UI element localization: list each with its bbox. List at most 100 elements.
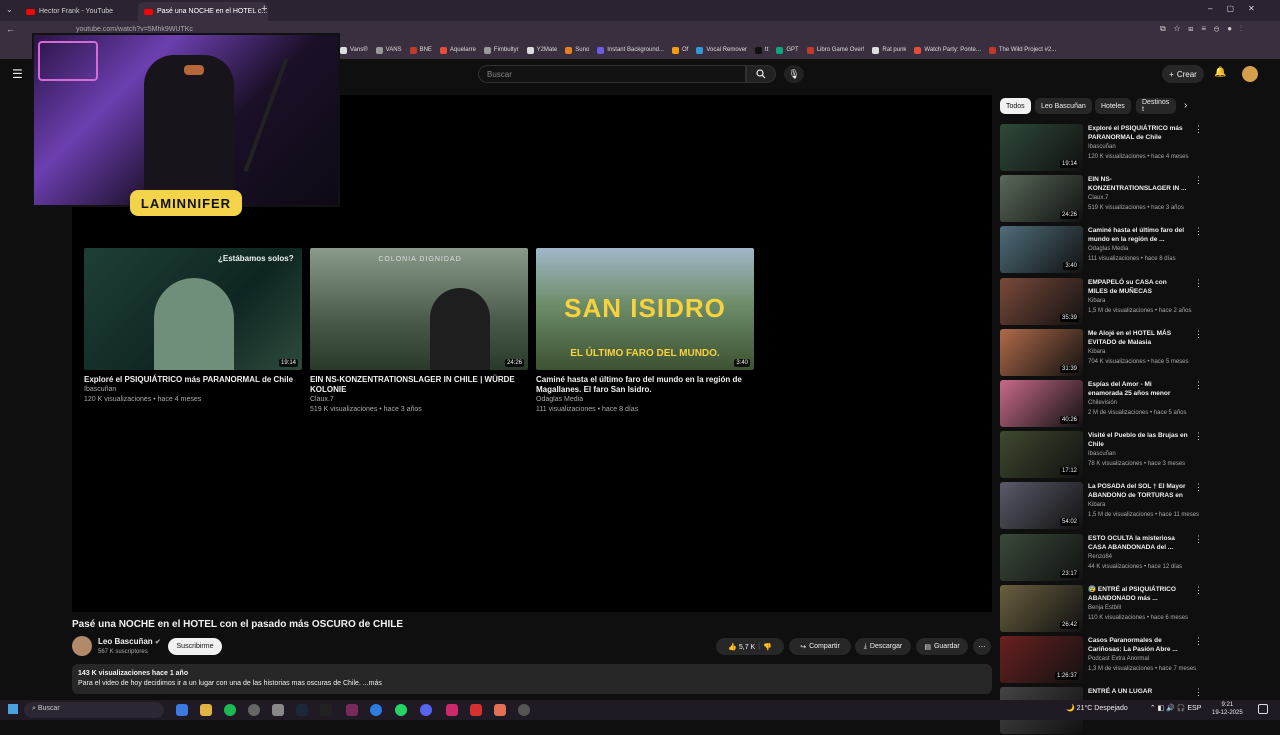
channel-name[interactable]: Kibara (1088, 502, 1105, 508)
spotify-icon[interactable] (224, 704, 236, 716)
bookmark[interactable]: Vans® (340, 46, 368, 54)
video-title[interactable]: Caminé hasta el último faro del mundo en… (1088, 226, 1188, 244)
bookmark[interactable]: Y2Mate (526, 46, 557, 54)
channel-name[interactable]: Kibara (1088, 349, 1105, 355)
thumbs-down-icon[interactable]: 👎 (763, 643, 772, 651)
video-title[interactable]: Caminé hasta el último faro del mundo en… (536, 375, 754, 395)
video-title[interactable]: Casos Paranormales de Cariñosas: La Pasi… (1088, 636, 1188, 654)
more-options-icon[interactable]: ⋮ (1194, 380, 1203, 391)
explorer-icon[interactable] (200, 704, 212, 716)
bookmark[interactable]: Of (672, 46, 688, 54)
chip-todos[interactable]: Todos (1000, 98, 1031, 114)
video-title[interactable]: ENTRÉ A UN LUGAR (1088, 687, 1188, 696)
endscreen-card[interactable]: ¿Estábamos solos? 19:14 Exploré el PSIQU… (84, 248, 302, 405)
bookmark[interactable]: The Wild Project #2... (988, 46, 1056, 54)
video-title[interactable]: 😰 ENTRÉ al PSIQUIÁTRICO ABANDONADO más .… (1088, 585, 1188, 603)
more-options-icon[interactable]: ⋮ (1194, 585, 1203, 596)
notification-icon[interactable] (1258, 704, 1268, 714)
recommended-video[interactable]: 24:26 EIN NS-KONZENTRATIONSLAGER IN ... Cl… (1000, 175, 1203, 223)
bookmark[interactable]: VANS (375, 46, 402, 54)
bookmark[interactable]: Watch Party: Ponte... (914, 46, 981, 54)
more-options-icon[interactable]: ⋮ (1194, 482, 1203, 493)
whatsapp-icon[interactable] (395, 704, 407, 716)
channel-avatar[interactable] (72, 636, 92, 656)
channel-name[interactable]: Benja Estbill (1088, 605, 1121, 611)
bookmark[interactable]: tt (755, 46, 768, 54)
chevron-down-icon[interactable]: ⌄ (6, 5, 13, 14)
video-title[interactable]: EIN NS-KONZENTRATIONSLAGER IN ... (1088, 175, 1188, 193)
endscreen-card[interactable]: COLONIA DIGNIDAD 24:26 EIN NS-KONZENTRAT… (310, 248, 528, 415)
video-title[interactable]: EIN NS-KONZENTRATIONSLAGER IN CHILE | WÜ… (310, 375, 528, 395)
more-options-icon[interactable]: ⋮ (1194, 329, 1203, 340)
recommended-video[interactable]: 23:17 ESTO OCULTA la misteriosa CASA ABAN… (1000, 533, 1203, 582)
bell-icon[interactable]: 🔔 (1214, 67, 1226, 78)
mic-icon[interactable]: 🎙 (784, 65, 804, 83)
clock[interactable]: 9:21 19-12-2025 (1212, 701, 1243, 717)
app-icon[interactable] (494, 704, 506, 716)
channel-name[interactable]: Kibara (1088, 298, 1105, 304)
channel-name[interactable]: Odaglas Media (1088, 246, 1128, 252)
chip-channel[interactable]: Leo Bascuñan (1035, 98, 1092, 114)
steam-icon[interactable] (296, 704, 308, 716)
recommended-video[interactable]: 26:42 😰 ENTRÉ al PSIQUIÁTRICO ABANDONADO … (1000, 584, 1203, 633)
recommended-video[interactable]: 31:39 Me Alojé en el HOTEL MÁS EVITADO de… (1000, 328, 1203, 377)
windows-icon[interactable] (8, 704, 18, 714)
channel-name[interactable]: Claux.7 (1088, 195, 1108, 201)
more-options-icon[interactable]: ⋮ (1194, 278, 1203, 289)
bookmark[interactable]: Suno (565, 46, 589, 54)
copilot-icon[interactable] (176, 704, 188, 716)
recommended-video[interactable]: 35:39 EMPAPELÓ su CASA con MILES de MUÑEC… (1000, 277, 1203, 326)
search-input[interactable]: Buscar (478, 65, 746, 83)
tab-hector-frank[interactable]: Hector Frank - YouTube ✕ (20, 2, 150, 21)
more-options-icon[interactable]: ⋮ (1194, 124, 1203, 135)
menu-icon[interactable]: ☰ (12, 67, 23, 81)
channel-name[interactable]: Leo Bascuñan ✔ (98, 637, 161, 646)
search-button[interactable] (746, 65, 776, 83)
chrome-icon[interactable] (248, 704, 260, 716)
more-options-icon[interactable]: ⋮ (1194, 534, 1203, 545)
bookmark[interactable]: Rat punk (872, 46, 906, 54)
video-title[interactable]: ESTO OCULTA la misteriosa CASA ABANDONAD… (1088, 534, 1188, 552)
description-box[interactable]: 143 K visualizaciones hace 1 año Para el… (72, 664, 992, 694)
recommended-video[interactable]: 1:26:37 Casos Paranormales de Cariñosas: … (1000, 636, 1203, 684)
chip-hoteles[interactable]: Hoteles (1095, 98, 1131, 114)
endscreen-card[interactable]: SAN ISIDRO EL ÚLTIMO FARO DEL MUNDO. 3:4… (536, 248, 754, 415)
bookmark[interactable]: Fimbultyr (483, 46, 519, 54)
epic-icon[interactable] (320, 704, 332, 716)
video-title[interactable]: Exploré el PSIQUIÁTRICO más PARANORMAL d… (84, 375, 302, 385)
bookmark[interactable]: BNE (409, 46, 432, 54)
channel-name[interactable]: Podcast Extra Anormal (1088, 656, 1149, 662)
video-title[interactable]: EMPAPELÓ su CASA con MILES de MUÑECAS AB… (1088, 278, 1188, 296)
taskbar-search[interactable]: ⌕ Buscar (24, 702, 164, 718)
new-tab-button[interactable]: + (261, 3, 267, 15)
chevron-right-icon[interactable]: › (1184, 100, 1187, 111)
more-options-icon[interactable]: ⋮ (1194, 175, 1203, 186)
channel-name[interactable]: Ibascuñan (1088, 144, 1116, 150)
tab-current-video[interactable]: Pasé una NOCHE en el HOTEL c... ✕ (138, 2, 268, 21)
recommended-video[interactable]: 3:40 Caminé hasta el último faro del mund… (1000, 226, 1203, 274)
bookmark[interactable]: Aquelarre (439, 46, 476, 54)
subscribe-button[interactable]: Suscribirme (168, 638, 222, 655)
recommended-video[interactable]: 17:12 Visité el Pueblo de las Brujas en C… (1000, 431, 1203, 479)
app-icon[interactable] (470, 704, 482, 716)
bookmark[interactable]: Vocal Remover (696, 46, 747, 54)
discord-icon[interactable] (420, 704, 432, 716)
like-button[interactable]: 👍 5,7 K (728, 643, 755, 651)
save-button[interactable]: ▤ Guardar (916, 638, 968, 655)
create-button[interactable]: + Crear (1162, 65, 1204, 83)
download-button[interactable]: ⤓ Descargar (855, 638, 911, 655)
avatar[interactable] (1242, 66, 1258, 82)
app-icon[interactable] (346, 704, 358, 716)
video-title[interactable]: La POSADA del SOL † El Mayor ABANDONO de… (1088, 482, 1188, 500)
app-icon[interactable] (370, 704, 382, 716)
channel-name[interactable]: Renzo84 (1088, 554, 1112, 560)
more-options-icon[interactable]: ⋮ (1194, 636, 1203, 647)
chip-destinos[interactable]: Destinos t (1136, 98, 1176, 114)
more-options-icon[interactable]: ⋮ (1194, 687, 1203, 698)
video-title[interactable]: Exploré el PSIQUIÁTRICO más PARANORMAL d… (1088, 124, 1188, 142)
more-options-icon[interactable]: ⋮ (1194, 431, 1203, 442)
bookmark[interactable]: Libro Game Over! (806, 46, 864, 54)
bookmark[interactable]: GPT (776, 46, 799, 54)
recommended-video[interactable]: 19:14 Exploré el PSIQUIÁTRICO más PARANOR… (1000, 124, 1203, 172)
toolbar-icons[interactable]: ⧉☆⊞≡⊖●⋮ (1160, 24, 1250, 34)
